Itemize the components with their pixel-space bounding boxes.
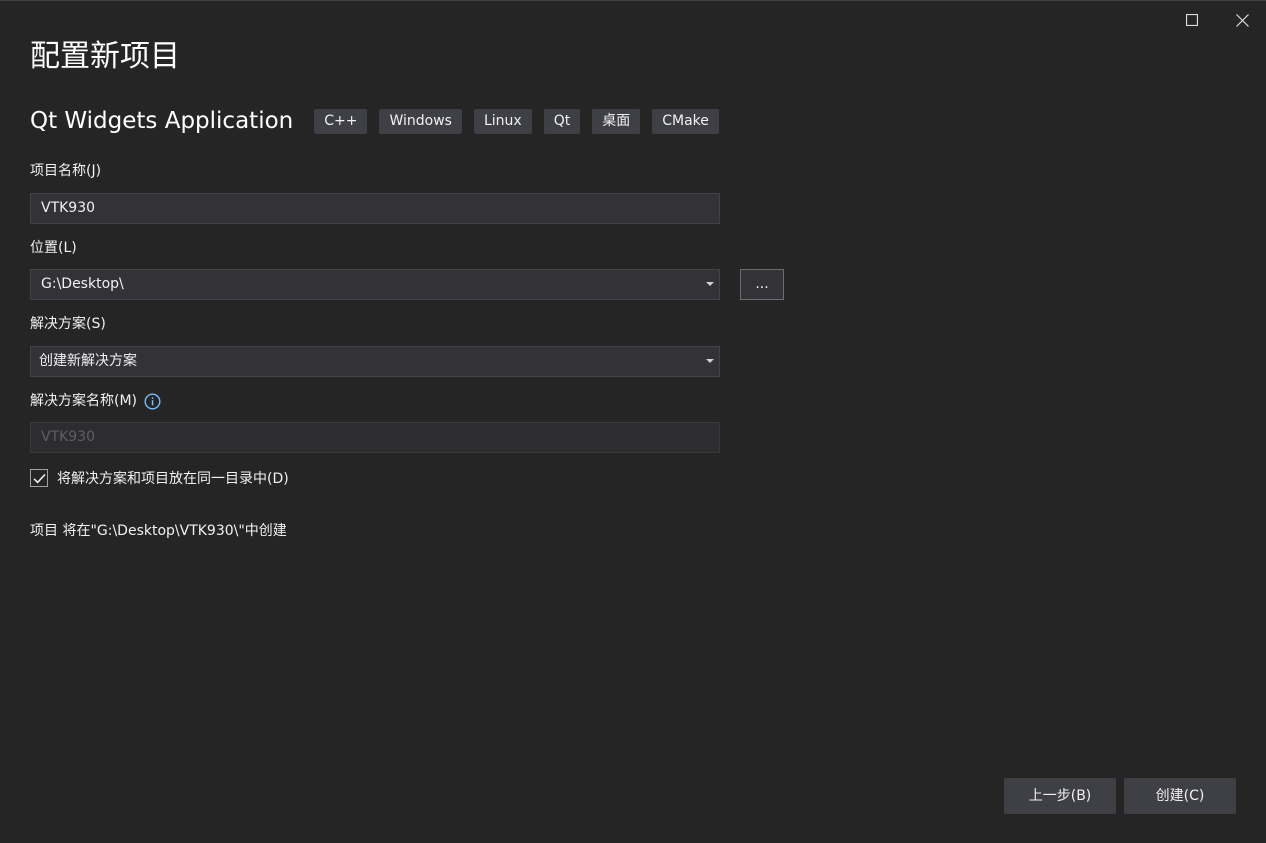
solution-combobox[interactable]: 创建新解决方案 bbox=[30, 346, 720, 377]
maximize-button[interactable] bbox=[1176, 7, 1208, 33]
back-button[interactable]: 上一步(B) bbox=[1004, 778, 1116, 814]
solution-value: 创建新解决方案 bbox=[39, 353, 137, 369]
same-directory-checkbox[interactable] bbox=[30, 469, 48, 487]
same-directory-option[interactable]: 将解决方案和项目放在同一目录中(D) bbox=[30, 468, 289, 488]
location-label: 位置(L) bbox=[30, 240, 77, 256]
page-title: 配置新项目 bbox=[30, 39, 180, 74]
dropdown-arrow-icon[interactable] bbox=[706, 282, 714, 286]
solution-label: 解决方案(S) bbox=[30, 316, 106, 332]
tag-linux: Linux bbox=[473, 108, 532, 134]
checkmark-icon bbox=[32, 473, 46, 484]
close-button[interactable] bbox=[1226, 7, 1258, 33]
tag-cmake: CMake bbox=[652, 108, 719, 134]
solution-name-label: 解决方案名称(M) bbox=[30, 393, 138, 409]
tag-qt: Qt bbox=[543, 108, 581, 134]
tag-desktop: 桌面 bbox=[592, 108, 641, 134]
creation-path-summary: 项目 将在"G:\Desktop\VTK930\"中创建 bbox=[30, 523, 287, 539]
dropdown-arrow-icon[interactable] bbox=[706, 359, 714, 363]
browse-button[interactable]: ... bbox=[740, 269, 784, 300]
template-name: Qt Widgets Application bbox=[30, 108, 294, 134]
project-name-label: 项目名称(J) bbox=[30, 163, 102, 179]
project-name-input[interactable]: VTK930 bbox=[30, 193, 720, 224]
solution-name-input[interactable]: VTK930 bbox=[30, 422, 720, 453]
create-button[interactable]: 创建(C) bbox=[1124, 778, 1236, 814]
info-icon[interactable] bbox=[144, 392, 161, 410]
location-combobox[interactable]: G:\Desktop\ bbox=[30, 269, 720, 300]
maximize-icon bbox=[1186, 14, 1198, 26]
close-icon bbox=[1235, 13, 1249, 27]
configure-project-dialog: 配置新项目 Qt Widgets Application C++ Windows… bbox=[0, 0, 1266, 843]
tag-windows: Windows bbox=[379, 108, 462, 134]
same-directory-label: 将解决方案和项目放在同一目录中(D) bbox=[57, 471, 289, 487]
template-header: Qt Widgets Application C++ Windows Linux… bbox=[30, 105, 731, 137]
tag-cpp: C++ bbox=[314, 108, 368, 134]
solution-name-label-row: 解决方案名称(M) bbox=[30, 391, 161, 411]
location-value: G:\Desktop\ bbox=[41, 276, 124, 292]
